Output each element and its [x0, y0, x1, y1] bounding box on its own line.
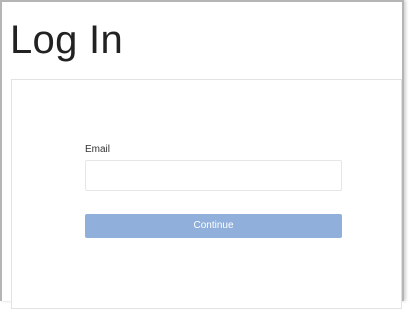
email-label: Email: [85, 144, 111, 155]
continue-button[interactable]: Continue: [85, 214, 342, 238]
login-card: [11, 79, 402, 309]
email-field[interactable]: [85, 160, 342, 191]
login-window: Log In Email Continue: [0, 0, 404, 309]
page-title: Log In: [10, 18, 124, 62]
